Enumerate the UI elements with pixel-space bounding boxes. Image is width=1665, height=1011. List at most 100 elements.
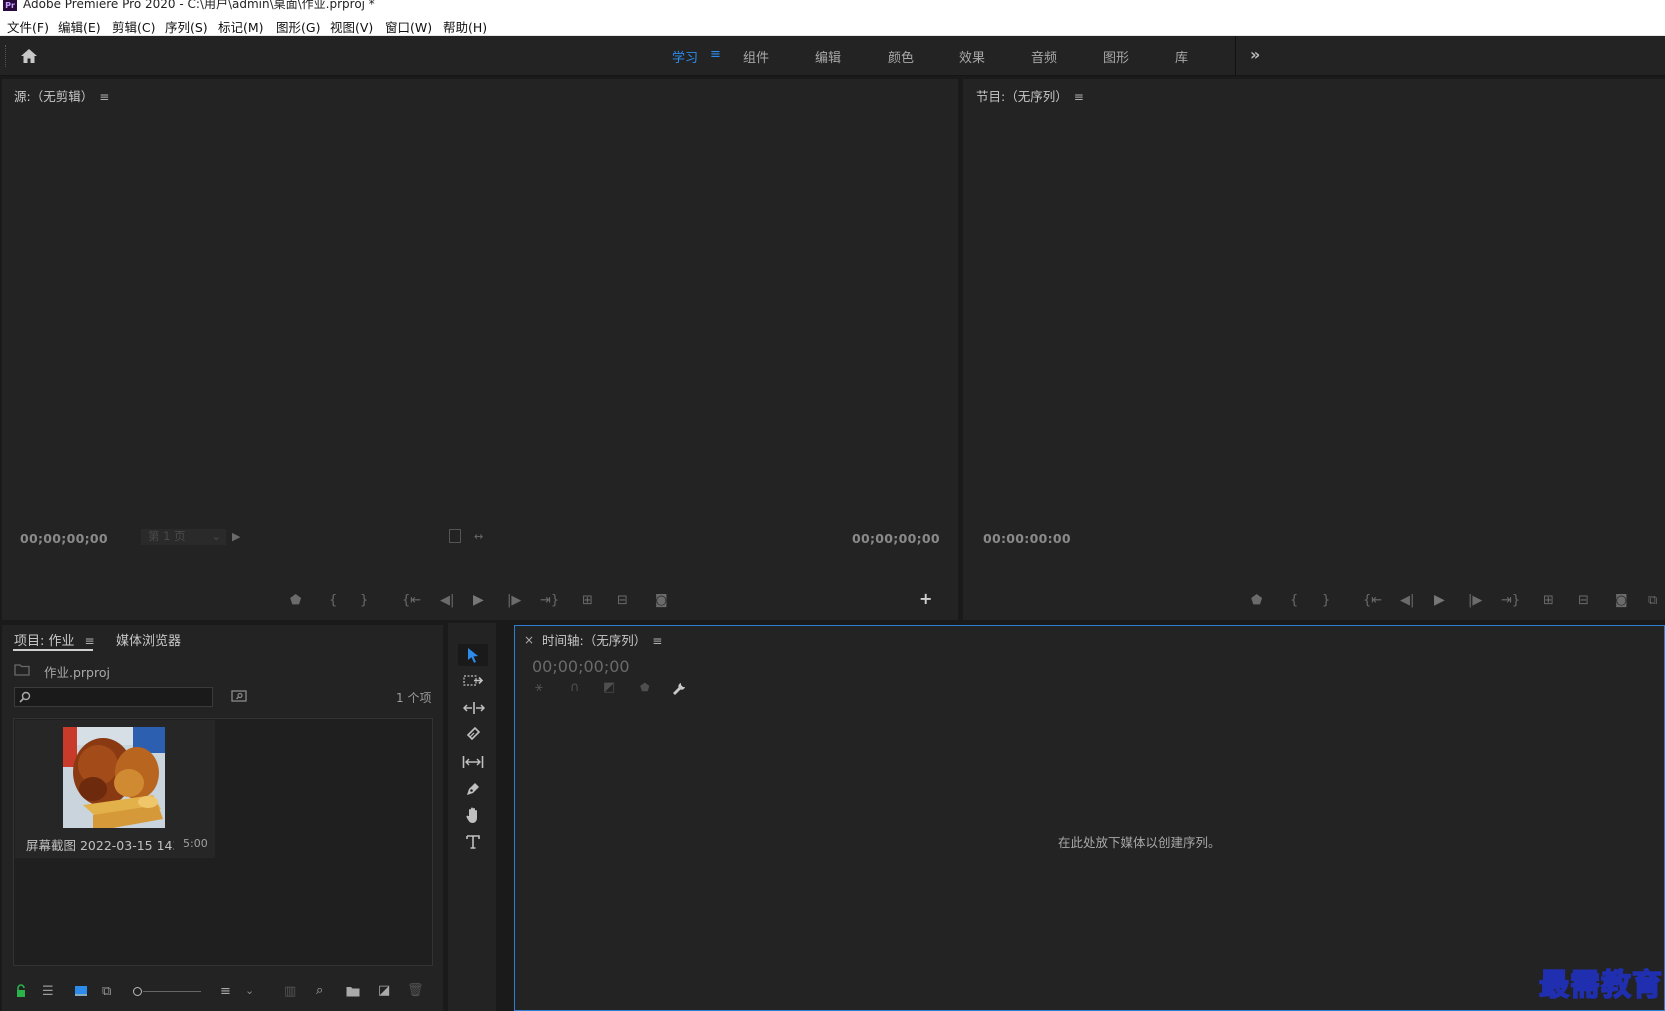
slip-tool[interactable] (458, 751, 488, 773)
tab-media-browser[interactable]: 媒体浏览器 (116, 630, 181, 649)
add-icon[interactable]: + (919, 591, 932, 607)
workspace-tab-learn[interactable]: 学习 (672, 47, 698, 66)
workspace-menu-icon[interactable]: ≡ (710, 47, 721, 62)
lock-icon[interactable] (15, 984, 27, 998)
window-title: Adobe Premiere Pro 2020 - C:\用户\admin\桌面… (23, 0, 375, 11)
page-select-dropdown[interactable]: 第 1 页 ⌄ (141, 529, 226, 545)
menu-bar: 文件(F) 编辑(E) 剪辑(C) 序列(S) 标记(M) 图形(G) 视图(V… (0, 14, 1665, 36)
hand-tool[interactable] (458, 804, 488, 826)
new-search-bin-icon[interactable] (231, 689, 247, 703)
chevron-down-icon: ⌄ (211, 529, 221, 543)
menu-window[interactable]: 窗口(W) (385, 17, 432, 36)
menu-clip[interactable]: 剪辑(C) (112, 17, 155, 36)
menu-view[interactable]: 视图(V) (330, 17, 373, 36)
home-icon[interactable] (19, 46, 39, 66)
wrench-icon[interactable] (672, 682, 686, 696)
step-back-icon[interactable]: ◀| (1400, 594, 1414, 608)
step-back-icon[interactable]: ◀| (440, 594, 454, 608)
new-bin-folder-icon[interactable] (346, 986, 360, 997)
workspace-tab-libraries[interactable]: 库 (1175, 47, 1188, 66)
go-to-out-icon[interactable]: ⇥} (540, 594, 559, 608)
close-panel-icon[interactable]: × (524, 633, 534, 647)
add-marker-icon[interactable]: ⬟ (290, 594, 301, 608)
menu-graphics[interactable]: 图形(G) (276, 17, 320, 36)
panel-menu-icon[interactable]: ≡ (652, 634, 662, 648)
source-monitor-title[interactable]: 源:（无剪辑） ≡ (14, 86, 109, 105)
new-item-icon[interactable]: ◪ (378, 984, 390, 998)
drag-video-icon[interactable] (449, 529, 461, 543)
workspace-tab-audio[interactable]: 音频 (1031, 47, 1057, 66)
mark-out-icon[interactable]: } (1322, 594, 1330, 608)
mark-in-icon[interactable]: { (1290, 594, 1298, 608)
linked-selection-icon[interactable]: ◩ (603, 681, 615, 695)
source-playhead-timecode[interactable]: 00;00;00;00 (20, 531, 108, 546)
timeline-panel[interactable] (514, 625, 1665, 1011)
zoom-slider-track[interactable] (143, 991, 201, 992)
menu-edit[interactable]: 编辑(E) (58, 17, 101, 36)
add-marker-icon[interactable]: ⬟ (640, 681, 650, 695)
snap-magnet-icon[interactable]: ∩ (570, 681, 580, 695)
type-tool[interactable] (458, 831, 488, 853)
nest-icon[interactable]: ⚹ (535, 681, 543, 695)
track-select-forward-tool[interactable] (458, 670, 488, 692)
find-icon[interactable]: ⌕ (316, 984, 323, 998)
step-forward-icon[interactable]: |▶ (1468, 594, 1482, 608)
source-monitor-title-text: 源:（无剪辑） (14, 89, 94, 104)
clip-name: 屏幕截图 2022-03-15 1431... (26, 838, 174, 853)
workspace-tab-editing[interactable]: 编辑 (815, 47, 841, 66)
folder-icon (14, 664, 30, 676)
lift-icon[interactable]: ⊞ (1543, 594, 1554, 608)
pen-tool[interactable] (458, 778, 488, 800)
mark-out-icon[interactable]: } (360, 594, 368, 608)
play-icon[interactable]: ▶ (1434, 593, 1445, 607)
timeline-empty-message: 在此处放下媒体以创建序列。 (1058, 835, 1221, 850)
ripple-edit-tool[interactable] (458, 697, 488, 719)
menu-help[interactable]: 帮助(H) (443, 17, 487, 36)
workspace-tab-graphics[interactable]: 图形 (1103, 47, 1129, 66)
tab-project[interactable]: 项目: 作业 ≡ (14, 630, 95, 649)
menu-marker[interactable]: 标记(M) (218, 17, 264, 36)
camera-icon[interactable]: ◙ (655, 594, 668, 608)
compare-view-icon[interactable]: ⧉ (1648, 594, 1657, 608)
camera-icon[interactable]: ◙ (1615, 594, 1628, 608)
more-workspaces-icon[interactable]: » (1250, 45, 1260, 64)
workspace-tab-color[interactable]: 颜色 (888, 47, 914, 66)
razor-tool[interactable] (458, 723, 488, 745)
panel-grip[interactable] (5, 45, 7, 67)
selection-tool[interactable] (458, 644, 488, 666)
panel-menu-icon[interactable]: ≡ (1074, 90, 1084, 104)
automate-to-sequence-icon[interactable]: ▥ (284, 985, 296, 999)
go-to-out-icon[interactable]: ⇥} (1501, 594, 1520, 608)
mark-in-icon[interactable]: { (329, 594, 337, 608)
workspace-tab-assembly[interactable]: 组件 (743, 47, 769, 66)
icon-view-icon[interactable] (75, 986, 87, 996)
overwrite-icon[interactable]: ⊟ (617, 594, 628, 608)
add-marker-icon[interactable]: ⬟ (1251, 594, 1262, 608)
program-playhead-timecode[interactable]: 00:00:00:00 (983, 531, 1071, 546)
step-forward-icon[interactable]: |▶ (507, 594, 521, 608)
clip-duration: 5:00 (183, 837, 208, 850)
drag-audio-icon[interactable]: ↔ (474, 530, 483, 544)
panel-menu-icon[interactable]: ≡ (85, 634, 95, 648)
sort-icons-icon[interactable]: ≡ (220, 985, 231, 999)
panel-menu-icon[interactable]: ≡ (99, 90, 109, 104)
clear-trash-icon[interactable]: 🗑 (407, 984, 424, 998)
insert-icon[interactable]: ⊞ (582, 594, 593, 608)
menu-sequence[interactable]: 序列(S) (165, 17, 208, 36)
clip-thumbnail[interactable] (63, 727, 165, 828)
zoom-slider-handle[interactable] (133, 987, 142, 996)
timeline-timecode[interactable]: 00;00;00;00 (532, 657, 630, 676)
search-input[interactable] (14, 687, 213, 707)
list-view-icon[interactable]: ☰ (42, 985, 54, 999)
go-to-in-icon[interactable]: {⇤ (1363, 594, 1382, 608)
menu-file[interactable]: 文件(F) (7, 17, 49, 36)
chevron-down-icon[interactable]: ⌄ (245, 984, 254, 998)
program-monitor-title[interactable]: 节目:（无序列） ≡ (976, 86, 1084, 105)
timeline-title[interactable]: 时间轴:（无序列） ≡ (542, 630, 662, 649)
go-to-in-icon[interactable]: {⇤ (402, 594, 421, 608)
play-icon[interactable]: ▶ (473, 593, 484, 607)
page-next-icon[interactable]: ▶ (232, 530, 240, 544)
freeform-view-icon[interactable]: ⧉ (102, 985, 111, 999)
workspace-tab-effects[interactable]: 效果 (959, 47, 985, 66)
extract-icon[interactable]: ⊟ (1578, 594, 1589, 608)
